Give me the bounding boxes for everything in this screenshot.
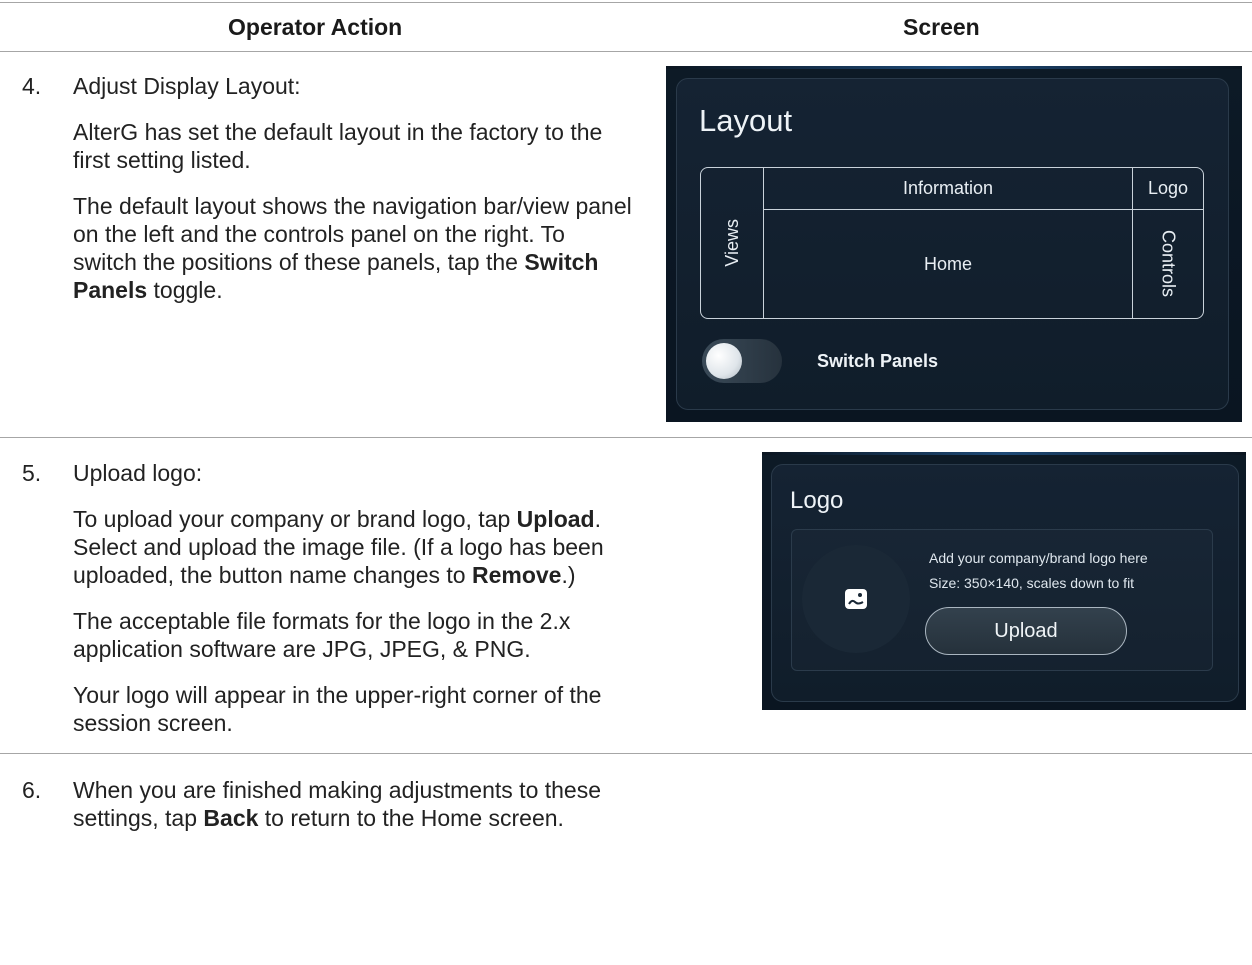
layout-title: Layout xyxy=(699,103,793,138)
step-number: 4. xyxy=(22,73,42,99)
layout-diagram: Information Logo Views Home Controls xyxy=(700,167,1204,319)
step-paragraph: AlterG has set the default layout in the… xyxy=(73,119,603,173)
logo-hint-line1: Add your company/brand logo here xyxy=(929,550,1148,566)
switch-panels-label: Switch Panels xyxy=(817,351,939,371)
logo-card: Logo Add your company/brand logo here Si… xyxy=(771,464,1239,702)
layout-cell-views: Views xyxy=(701,168,763,318)
step-number: 5. xyxy=(22,460,42,486)
image-icon-glyph xyxy=(848,593,864,605)
layout-cell-controls: Controls xyxy=(1133,210,1203,318)
logo-placeholder xyxy=(802,545,910,653)
header-screen: Screen xyxy=(903,14,980,40)
remove-ref: Remove xyxy=(471,562,562,588)
layout-screen: Layout Information Logo Views Home Contr… xyxy=(666,66,1242,422)
back-ref: Back xyxy=(203,805,259,831)
table-top-rule xyxy=(0,2,1252,3)
step-paragraph: Your logo will appear in the upper-right… xyxy=(73,682,602,736)
logo-upload-box: Add your company/brand logo here Size: 3… xyxy=(791,529,1213,671)
controls-label: Controls xyxy=(1158,230,1179,298)
header-operator-action: Operator Action xyxy=(228,14,403,40)
table-header-rule xyxy=(0,51,1252,52)
image-icon xyxy=(845,589,867,609)
logo-hint-line2: Size: 350×140, scales down to fit xyxy=(929,575,1135,591)
step-title: Adjust Display Layout: xyxy=(73,73,301,99)
switch-panels-toggle[interactable] xyxy=(702,339,782,383)
layout-cell-logo: Logo xyxy=(1147,178,1189,198)
toggle-knob[interactable] xyxy=(706,343,742,379)
step-title: Upload logo: xyxy=(73,460,203,486)
step-paragraph: The default layout shows the navigation … xyxy=(73,193,632,303)
step-paragraph: When you are finished making adjustments… xyxy=(73,777,602,831)
row-rule xyxy=(0,753,1252,754)
upload-ref: Upload xyxy=(516,506,595,532)
layout-cell-home: Home xyxy=(923,253,972,274)
layout-cell-information: Information xyxy=(902,178,994,198)
upload-button[interactable]: Upload xyxy=(925,607,1127,655)
row-rule xyxy=(0,437,1252,438)
step-paragraph: The acceptable file formats for the logo… xyxy=(73,608,571,662)
logo-title: Logo xyxy=(790,487,844,514)
step-number: 6. xyxy=(22,777,42,803)
step-paragraph: To upload your company or brand logo, ta… xyxy=(73,506,604,588)
logo-screen: Logo Add your company/brand logo here Si… xyxy=(762,452,1246,710)
layout-card: Layout Information Logo Views Home Contr… xyxy=(676,78,1229,410)
views-label: Views xyxy=(721,219,742,267)
